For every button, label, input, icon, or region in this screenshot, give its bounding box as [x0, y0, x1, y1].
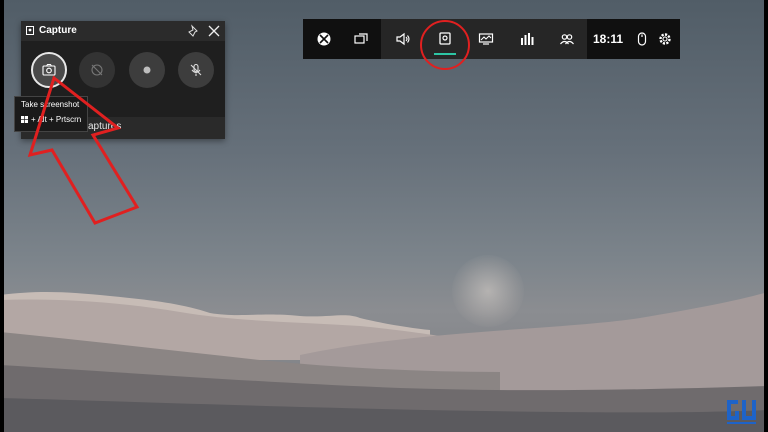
red-arrow-annotation — [27, 75, 140, 225]
gadgets-to-use-logo — [727, 400, 756, 424]
red-circle-annotation — [420, 20, 470, 70]
